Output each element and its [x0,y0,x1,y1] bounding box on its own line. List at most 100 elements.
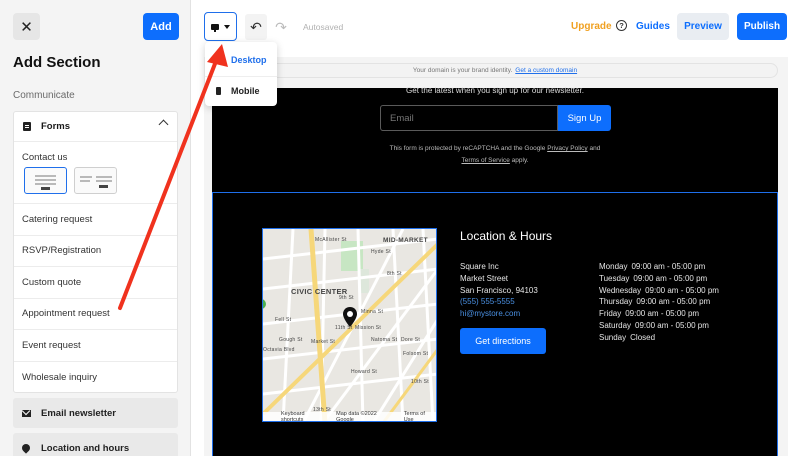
get-directions-button[interactable]: Get directions [460,328,546,354]
map-label-market: Market St [311,339,336,345]
hours-day: Tuesday [599,273,630,283]
forms-panel: Forms Contact us Catering request RSVP/R… [13,111,178,393]
hours-row: Friday 09:00 am - 05:00 pm [599,308,723,320]
caret-down-icon [224,24,230,29]
forms-header[interactable]: Forms [14,112,177,142]
form-item-event[interactable]: Event request [14,330,177,362]
hours-row: Wednesday 09:00 am - 05:00 pm [599,285,723,297]
map-label-10th: 10th St [411,379,429,385]
location-hours-label: Location and hours [41,442,130,454]
map-label-howard: Howard St [351,369,378,375]
form-item-wholesale[interactable]: Wholesale inquiry [14,362,177,394]
map-footer: Keyboard shortcuts Map data ©2022 Google… [263,410,436,422]
publish-button[interactable]: Publish [737,13,787,40]
form-item-custom-quote[interactable]: Custom quote [14,267,177,299]
device-toggle-button[interactable] [204,12,237,41]
forms-label: Forms [41,121,71,132]
contact-us-option: Contact us [14,142,177,204]
sidebar-item-email-newsletter[interactable]: Email newsletter [13,398,178,428]
map-label-dore: Dore St [401,337,421,343]
mail-icon [22,409,31,417]
custom-domain-link[interactable]: Get a custom domain [515,67,577,74]
sidebar-title: Add Section [13,54,101,71]
form-item-appointment[interactable]: Appointment request [14,299,177,330]
email-input[interactable] [380,105,558,131]
privacy-policy-link[interactable]: Privacy Policy [547,145,587,152]
sign-up-button[interactable]: Sign Up [558,105,611,131]
form-icon [23,122,31,131]
hours-row: Monday 09:00 am - 05:00 pm [599,261,723,273]
terms-of-service-link[interactable]: Terms of Service [461,157,509,164]
close-button[interactable]: ✕ [13,13,40,40]
recaptcha-notice: This form is protected by reCAPTCHA and … [212,143,778,167]
map-label-mid-market: MID-MARKET [383,237,428,244]
upgrade-link[interactable]: Upgrade [571,21,612,32]
email-link[interactable]: hi@mystore.com [460,308,538,320]
contact-us-label: Contact us [22,152,68,163]
domain-text: Your domain is your brand identity. [412,67,513,74]
device-dropdown: Desktop Mobile [205,42,277,106]
map-label-hyde: Hyde St [371,249,391,255]
hours-row: Sunday Closed [599,332,723,344]
hours-list: Monday 09:00 am - 05:00 pm Tuesday 09:00 a… [599,261,723,344]
hours-time: 09:00 am - 05:00 pm [631,262,706,271]
device-option-mobile[interactable]: Mobile [205,76,277,104]
phone-link[interactable]: (555) 555-5555 [460,296,538,308]
map-label-octavia: Octavia Blvd [263,347,295,353]
address-line: Market Street [460,273,509,283]
hours-row: Tuesday 09:00 am - 05:00 pm [599,273,723,285]
newsletter-section[interactable]: Get the latest when you sign up for our … [212,86,778,192]
address-line: Square Inc [460,262,499,271]
help-icon[interactable]: ? [616,20,627,31]
map-label-gough: Gough St [279,337,303,343]
map-label-folsom: Folsom St [403,351,429,357]
domain-banner: Your domain is your brand identity. Get … [212,63,778,78]
preview-button[interactable]: Preview [677,13,729,40]
recaptcha-apply: apply. [511,157,529,164]
contact-layout-thumbnail-1[interactable] [24,167,67,194]
hours-row: Saturday 09:00 am - 05:00 pm [599,320,723,332]
map-label-8th: 8th St [387,271,402,277]
device-option-desktop[interactable]: Desktop [205,46,277,74]
hours-time: 09:00 am - 05:00 pm [636,297,711,307]
redo-button[interactable]: ↷ [270,14,292,40]
hours-day: Sunday [599,332,627,342]
hours-day: Friday [599,309,622,319]
hours-time: 09:00 am - 05:00 pm [633,273,708,283]
hours-day: Wednesday [599,285,642,295]
hours-time: Closed [630,332,656,342]
close-icon: ✕ [20,18,33,36]
hours-day: Monday [599,262,628,271]
address-block: Square Inc Market Street San Francisco, … [460,261,538,320]
autosave-status: Autosaved [303,22,344,32]
map-embed[interactable]: MID-MARKET CIVIC CENTER McAllister St Hy… [262,228,437,422]
map-label-natoma: Natoma St [371,337,398,343]
email-newsletter-label: Email newsletter [41,407,116,419]
add-button[interactable]: Add [143,13,179,40]
hours-day: Thursday [599,297,633,307]
map-terms-link[interactable]: Terms of Use [404,411,436,422]
address-line: San Francisco, 94103 [460,285,538,295]
map-label-minna: Minna St [361,309,384,315]
sidebar-item-location-hours[interactable]: Location and hours [13,433,178,456]
map-label-fell: Fell St [275,317,292,323]
undo-icon: ↶ [250,18,262,35]
newsletter-heading: Get the latest when you sign up for our … [406,86,584,95]
undo-button[interactable]: ↶ [245,14,267,40]
guides-link[interactable]: Guides [636,21,670,32]
hours-time: 09:00 am - 05:00 pm [635,320,709,330]
chevron-up-icon[interactable] [158,119,169,130]
hours-time: 09:00 am - 05:00 pm [625,309,700,319]
form-item-catering[interactable]: Catering request [14,204,177,236]
keyboard-shortcuts-link[interactable]: Keyboard shortcuts [281,411,328,422]
hours-row: Thursday 09:00 am - 05:00 pm [599,296,723,308]
monitor-icon [216,57,223,63]
form-item-rsvp[interactable]: RSVP/Registration [14,236,177,267]
location-title: Location & Hours [460,229,553,243]
contact-layout-thumbnail-2[interactable] [74,167,117,194]
add-section-sidebar: ✕ Add Add Section Communicate Forms Cont… [0,0,191,456]
phone-icon [216,86,221,95]
mobile-label: Mobile [231,85,260,96]
hours-time: 09:00 am - 05:00 pm [645,285,719,295]
map-data-text: Map data ©2022 Google [336,410,377,422]
